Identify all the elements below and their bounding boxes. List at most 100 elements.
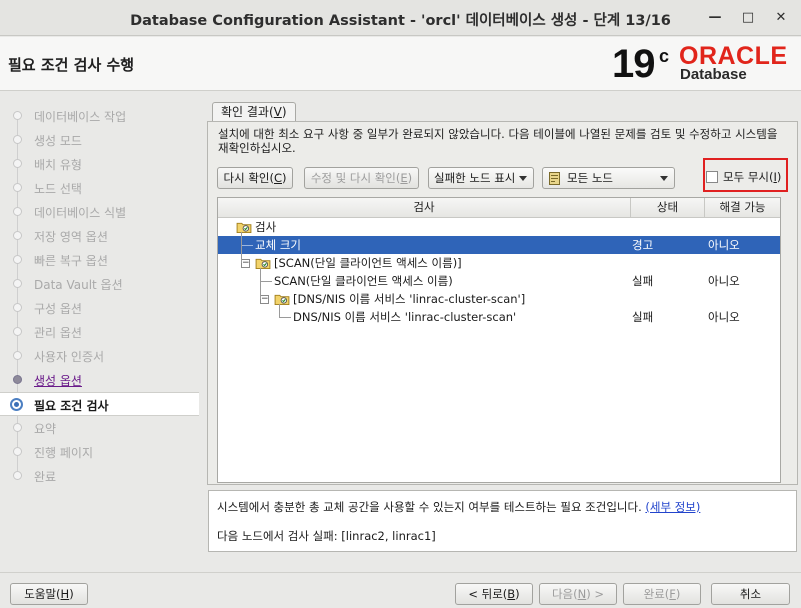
tree-connector — [260, 268, 261, 299]
check-folder-icon — [274, 294, 290, 305]
recheck-button[interactable]: 다시 확인(C) — [217, 167, 293, 189]
cell-check: 검사 — [255, 220, 277, 234]
nav-step-label: 요약 — [34, 422, 57, 436]
table-row[interactable]: 검사 — [218, 218, 780, 236]
table-row[interactable]: DNS/NIS 이름 서비스 'linrac-cluster-scan' 실패 아니… — [218, 308, 780, 326]
back-button[interactable]: < 뒤로(B) — [455, 583, 533, 605]
step-indicator-icon — [13, 351, 22, 360]
detail-description: 시스템에서 충분한 총 교체 공간을 사용할 수 있는지 여부를 테스트하는 필… — [217, 500, 701, 514]
logo-version-suffix: c — [659, 46, 670, 66]
tree-connector — [241, 245, 253, 246]
table-row[interactable]: SCAN(단일 클라이언트 액세스 이름) 실패 아니오 — [218, 272, 780, 290]
page-header: 필요 조건 검사 수행 19 c ORACLE Database — [0, 37, 801, 91]
step-indicator-icon — [13, 231, 22, 240]
nav-step: 생성 모드 — [0, 128, 199, 152]
more-details-link[interactable]: (세부 정보) — [645, 500, 700, 514]
nav-step: Data Vault 옵션 — [0, 272, 199, 296]
detail-pane: 시스템에서 충분한 총 교체 공간을 사용할 수 있는지 여부를 테스트하는 필… — [208, 490, 797, 552]
minimize-button[interactable]: — — [705, 8, 725, 28]
nav-step-label: 데이터베이스 식별 — [34, 206, 127, 220]
nav-step: 저장 영역 옵션 — [0, 224, 199, 248]
nav-step: 사용자 인증서 — [0, 344, 199, 368]
nav-step-label: 배치 유형 — [34, 158, 82, 172]
next-button[interactable]: 다음(N) > — [539, 583, 617, 605]
nav-step: 배치 유형 — [0, 152, 199, 176]
logo-version: 19 — [612, 42, 655, 86]
column-header-check[interactable]: 검사 — [218, 198, 631, 218]
nav-step: 빠른 복구 옵션 — [0, 248, 199, 272]
nav-step: 데이터베이스 식별 — [0, 200, 199, 224]
table-row[interactable]: − [SCAN(단일 클라이언트 액세스 이름)] — [218, 254, 780, 272]
step-navigation: 데이터베이스 작업생성 모드배치 유형노드 선택데이터베이스 식별저장 영역 옵… — [0, 92, 200, 488]
cell-status: 경고 — [632, 238, 654, 252]
nav-step[interactable]: 생성 옵션 — [0, 368, 199, 392]
nav-step: 구성 옵션 — [0, 296, 199, 320]
nav-step-label: 생성 옵션 — [34, 374, 82, 388]
step-indicator-icon — [13, 423, 22, 432]
nav-step: 완료 — [0, 464, 199, 488]
collapse-toggle-icon[interactable]: − — [241, 259, 250, 268]
step-indicator-icon — [13, 111, 22, 120]
cell-fixable: 아니오 — [708, 274, 740, 288]
ignore-all-label[interactable]: 모두 무시(I) — [723, 169, 781, 185]
cell-status: 실패 — [632, 274, 654, 288]
step-indicator-icon — [10, 398, 23, 411]
nav-step-label: 필요 조건 검사 — [34, 399, 109, 413]
step-indicator-icon — [13, 255, 22, 264]
tab-check-results[interactable]: 확인 결과(V) — [212, 102, 296, 122]
cell-check: [DNS/NIS 이름 서비스 'linrac-cluster-scan'] — [293, 292, 526, 306]
nav-step-label: 저장 영역 옵션 — [34, 230, 108, 244]
tree-connector — [241, 232, 242, 263]
title-bar: Database Configuration Assistant - 'orcl… — [0, 0, 801, 36]
nav-step: 요약 — [0, 416, 199, 440]
column-header-fixable[interactable]: 해결 가능 — [705, 198, 780, 218]
nav-step-label: 데이터베이스 작업 — [34, 110, 127, 124]
page-title: 필요 조건 검사 수행 — [8, 56, 135, 74]
cell-status: 실패 — [632, 310, 654, 324]
cell-check: SCAN(단일 클라이언트 액세스 이름) — [274, 274, 453, 288]
cell-fixable: 아니오 — [708, 238, 740, 252]
step-indicator-icon — [13, 135, 22, 144]
failed-nodes-text: 다음 노드에서 검사 실패: [linrac2, linrac1] — [217, 529, 436, 543]
ignore-all-checkbox[interactable] — [706, 171, 718, 183]
nav-step[interactable]: 필요 조건 검사 — [0, 392, 199, 416]
fix-and-recheck-button[interactable]: 수정 및 다시 확인(E) — [304, 167, 419, 189]
nav-step-label: 구성 옵션 — [34, 302, 82, 316]
table-row[interactable]: − [DNS/NIS 이름 서비스 'linrac-cluster-scan'] — [218, 290, 780, 308]
node-icon — [549, 172, 560, 185]
nav-step-label: Data Vault 옵션 — [34, 278, 123, 292]
description-text: 설치에 대한 최소 요구 사항 중 일부가 완료되지 않았습니다. 다음 테이블… — [218, 127, 778, 155]
table-row[interactable]: 교체 크기 경고 아니오 — [218, 236, 780, 254]
check-folder-icon — [255, 258, 271, 269]
node-value: 모든 노드 — [567, 171, 613, 185]
step-indicator-icon — [13, 279, 22, 288]
step-indicator-icon — [13, 159, 22, 168]
tree-connector — [279, 317, 291, 318]
cancel-button[interactable]: 취소 — [711, 583, 790, 605]
step-indicator-icon — [13, 471, 22, 480]
chevron-down-icon — [660, 176, 668, 181]
logo-product: Database — [680, 66, 747, 83]
cell-fixable: 아니오 — [708, 310, 740, 324]
collapse-toggle-icon[interactable]: − — [260, 295, 269, 304]
step-indicator-icon — [13, 207, 22, 216]
nav-step-label: 생성 모드 — [34, 134, 82, 148]
nav-step-label: 노드 선택 — [34, 182, 82, 196]
step-indicator-icon — [13, 375, 22, 384]
cell-check: 교체 크기 — [255, 238, 301, 252]
nav-step-label: 사용자 인증서 — [34, 350, 105, 364]
column-header-status[interactable]: 상태 — [631, 198, 705, 218]
close-button[interactable]: ✕ — [771, 8, 791, 28]
results-table: 검사 상태 해결 가능 검사 교체 크기 경고 아니오 − [SCAN(단일 클라이언트 … — [217, 197, 781, 483]
finish-button[interactable]: 완료(F) — [623, 583, 701, 605]
node-dropdown[interactable]: 모든 노드 — [542, 167, 675, 189]
check-folder-icon — [236, 222, 252, 233]
filter-dropdown[interactable]: 실패한 노드 표시 — [428, 167, 534, 189]
nav-step: 데이터베이스 작업 — [0, 104, 199, 128]
nav-step-label: 빠른 복구 옵션 — [34, 254, 108, 268]
nav-step-label: 관리 옵션 — [34, 326, 82, 340]
maximize-button[interactable]: □ — [738, 8, 758, 28]
nav-step-label: 진행 페이지 — [34, 446, 94, 460]
nav-step: 노드 선택 — [0, 176, 199, 200]
help-button[interactable]: 도움말(H) — [10, 583, 88, 605]
